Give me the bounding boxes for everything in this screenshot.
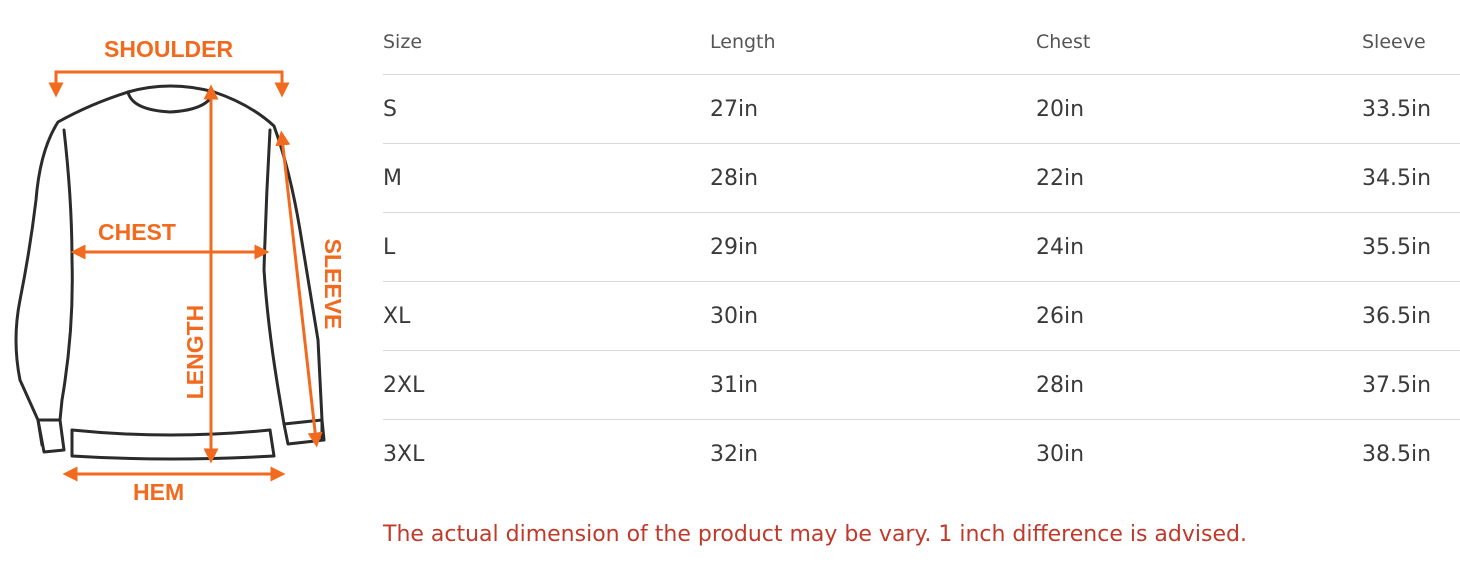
size-advisory-note: The actual dimension of the product may …: [383, 522, 1247, 547]
chest-cell: 24in: [1036, 234, 1085, 260]
chest-cell: 30in: [1036, 441, 1085, 467]
sleeve-cell: 36.5in: [1362, 303, 1432, 329]
sweatshirt-outline-icon: [14, 70, 326, 482]
header-chest: Chest: [1036, 31, 1091, 53]
table-row: S 27in 20in 33.5in: [383, 75, 1460, 144]
table-header-row: Size Length Chest Sleeve: [383, 10, 1460, 75]
size-cell: 3XL: [383, 441, 425, 467]
size-cell: XL: [383, 303, 411, 329]
table-row: L 29in 24in 35.5in: [383, 213, 1460, 282]
sleeve-cell: 38.5in: [1362, 441, 1432, 467]
length-cell: 31in: [710, 372, 759, 398]
length-cell: 28in: [710, 165, 759, 191]
table-row: 2XL 31in 28in 37.5in: [383, 351, 1460, 420]
chest-cell: 22in: [1036, 165, 1085, 191]
table-row: M 28in 22in 34.5in: [383, 144, 1460, 213]
size-chart: SHOULDER CHEST LENGTH SLEEVE HEM Size Le…: [0, 0, 1460, 576]
hem-label: HEM: [133, 479, 185, 505]
size-table: Size Length Chest Sleeve S 27in 20in 33.…: [383, 10, 1460, 488]
table-row: 3XL 32in 30in 38.5in: [383, 420, 1460, 488]
size-cell: L: [383, 234, 396, 260]
size-cell: S: [383, 96, 397, 122]
sleeve-cell: 33.5in: [1362, 96, 1432, 122]
sleeve-label: SLEEVE: [320, 238, 346, 330]
chest-cell: 28in: [1036, 372, 1085, 398]
chest-cell: 20in: [1036, 96, 1085, 122]
sleeve-cell: 34.5in: [1362, 165, 1432, 191]
chest-label: CHEST: [98, 219, 176, 245]
size-cell: 2XL: [383, 372, 425, 398]
length-label: LENGTH: [182, 304, 208, 400]
length-cell: 32in: [710, 441, 759, 467]
chest-cell: 26in: [1036, 303, 1085, 329]
length-cell: 27in: [710, 96, 759, 122]
table-row: XL 30in 26in 36.5in: [383, 282, 1460, 351]
length-cell: 30in: [710, 303, 759, 329]
length-cell: 29in: [710, 234, 759, 260]
header-sleeve: Sleeve: [1362, 31, 1426, 53]
sweatshirt-diagram: SHOULDER CHEST LENGTH SLEEVE HEM: [0, 0, 360, 520]
header-length: Length: [710, 31, 776, 53]
sleeve-cell: 35.5in: [1362, 234, 1432, 260]
header-size: Size: [383, 31, 423, 53]
shoulder-label: SHOULDER: [104, 36, 234, 62]
sleeve-cell: 37.5in: [1362, 372, 1432, 398]
size-cell: M: [383, 165, 402, 191]
